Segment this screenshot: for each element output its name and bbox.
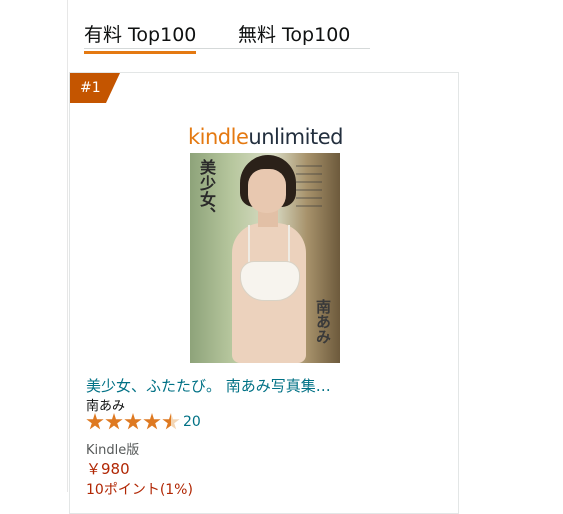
logo-unlimited-text: unlimited [248,125,343,149]
left-divider [67,0,68,492]
cover-title-text: 美少女、 [197,159,216,223]
points: 10ポイント(1%) [86,482,193,498]
cover-name-text: 南あみ [314,299,332,344]
format-label: Kindle版 [86,443,140,458]
rank-badge: #1 [70,73,120,103]
kindle-unlimited-logo: kindleunlimited [188,125,343,149]
review-count: 20 [183,414,201,430]
star-half-icon [162,413,180,430]
star-full-icon [105,413,123,430]
product-title-link[interactable]: 美少女、ふたたび。 南あみ写真集… [86,375,331,396]
star-full-icon [143,413,161,430]
cover-model-figure [228,153,310,363]
star-full-icon [124,413,142,430]
logo-kindle-text: kindle [188,125,249,149]
star-full-icon [86,413,104,430]
price: ￥980 [86,460,130,478]
ranking-tabs: 有料 Top100 無料 Top100 [84,18,370,54]
rating-stars [86,413,181,431]
product-card: #1 kindleunlimited 美少女、 南あみ 美少女、ふたたび。 南あ… [69,72,459,514]
tab-paid-top100[interactable]: 有料 Top100 [84,20,197,54]
rating-link[interactable]: 20 [86,411,201,433]
book-cover[interactable]: kindleunlimited 美少女、 南あみ [188,123,343,363]
cover-photo: 美少女、 南あみ [190,153,340,363]
tab-free-top100[interactable]: 無料 Top100 [238,20,350,47]
